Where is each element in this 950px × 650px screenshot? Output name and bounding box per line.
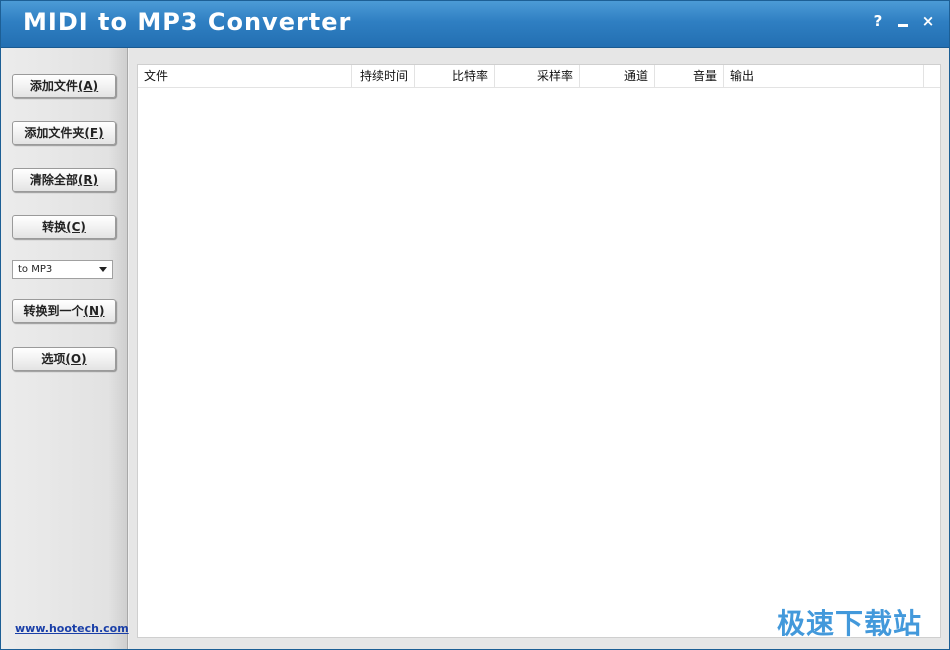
title-bar[interactable]: MIDI to MP3 Converter ? ×	[1, 1, 949, 48]
help-button[interactable]: ?	[869, 11, 887, 31]
main-area: 文件 持续时间 比特率 采样率 通道 音量 输出	[129, 48, 949, 649]
add-folder-button[interactable]: 添加文件夹(F)	[12, 121, 116, 145]
add-file-button[interactable]: 添加文件(A)	[12, 74, 116, 98]
convert-to-one-label: 转换到一个	[23, 304, 84, 318]
column-header-channels[interactable]: 通道	[580, 65, 655, 87]
output-format-select[interactable]: to MP3	[12, 260, 113, 279]
convert-label: 转换	[42, 220, 67, 234]
options-hotkey: (O)	[65, 352, 87, 366]
file-list[interactable]: 文件 持续时间 比特率 采样率 通道 音量 输出	[137, 64, 941, 638]
output-format-value: to MP3	[18, 264, 53, 275]
column-header-duration[interactable]: 持续时间	[352, 65, 415, 87]
column-header-file[interactable]: 文件	[138, 65, 352, 87]
close-icon: ×	[921, 12, 935, 30]
file-list-header: 文件 持续时间 比特率 采样率 通道 音量 输出	[138, 65, 940, 88]
help-icon: ?	[873, 12, 883, 30]
column-header-bitrate[interactable]: 比特率	[415, 65, 495, 87]
sidebar: 添加文件(A) 添加文件夹(F) 清除全部(R) 转换(C) to MP3 转换…	[1, 48, 129, 649]
clear-all-hotkey: (R)	[77, 173, 99, 187]
convert-button[interactable]: 转换(C)	[12, 215, 116, 239]
minimize-button[interactable]	[894, 11, 912, 31]
website-link[interactable]: www.hootech.com	[15, 622, 129, 635]
add-folder-hotkey: (F)	[84, 126, 104, 140]
column-header-samplerate[interactable]: 采样率	[495, 65, 580, 87]
add-file-hotkey: (A)	[77, 79, 99, 93]
minimize-icon	[898, 24, 908, 27]
clear-all-label: 清除全部	[29, 173, 78, 187]
options-button[interactable]: 选项(O)	[12, 347, 116, 371]
app-window: MIDI to MP3 Converter ? × 添加文件(A) 添加文件夹(…	[0, 0, 950, 650]
convert-to-one-button[interactable]: 转换到一个(N)	[12, 299, 116, 323]
options-label: 选项	[41, 352, 66, 366]
convert-hotkey: (C)	[66, 220, 86, 234]
close-button[interactable]: ×	[919, 11, 937, 31]
app-title: MIDI to MP3 Converter	[23, 8, 352, 36]
add-folder-label: 添加文件夹	[24, 126, 85, 140]
convert-to-one-hotkey: (N)	[83, 304, 105, 318]
column-header-output[interactable]: 输出	[724, 65, 924, 87]
column-header-volume[interactable]: 音量	[655, 65, 724, 87]
add-file-label: 添加文件	[29, 79, 78, 93]
dropdown-arrow-icon	[99, 267, 107, 272]
watermark-logo: 极速下载站	[777, 607, 923, 640]
clear-all-button[interactable]: 清除全部(R)	[12, 168, 116, 192]
